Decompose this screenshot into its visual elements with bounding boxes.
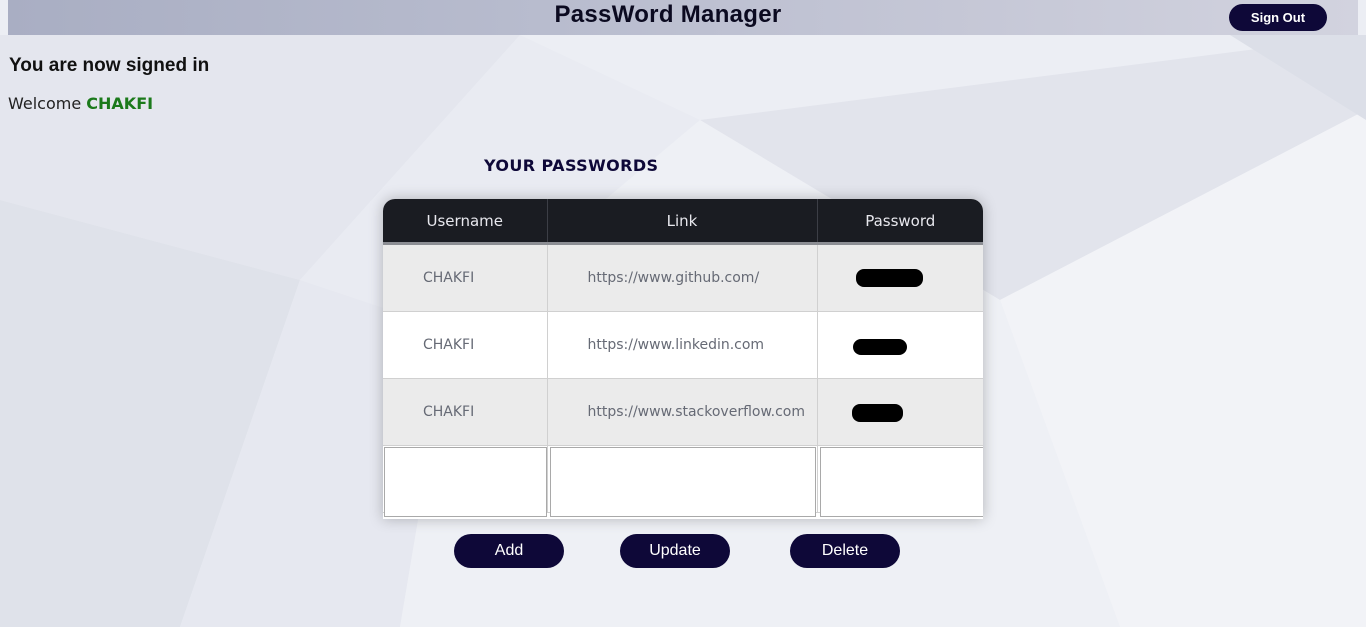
cell-link: https://www.github.com/ <box>547 243 818 312</box>
add-button[interactable]: Add <box>454 534 564 568</box>
welcome-prefix: Welcome <box>8 94 82 113</box>
cell-username: CHAKFI <box>383 311 548 379</box>
page-root: PassWord Manager Sign Out You are now si… <box>0 0 1366 627</box>
table-row[interactable]: CHAKFI https://www.github.com/ <box>383 243 983 312</box>
column-header-link[interactable]: Link <box>547 199 818 245</box>
update-button[interactable]: Update <box>620 534 730 568</box>
app-title: PassWord Manager <box>554 1 782 28</box>
delete-button[interactable]: Delete <box>790 534 900 568</box>
table-row[interactable]: CHAKFI https://www.linkedin.com <box>383 311 983 379</box>
cell-link: https://www.linkedin.com <box>547 311 818 379</box>
passwords-section-title: YOUR PASSWORDS <box>484 156 659 175</box>
passwords-table-card: Username Link Password CHAKFI https://ww… <box>383 199 983 519</box>
column-header-username[interactable]: Username <box>383 199 548 245</box>
password-redaction-mark <box>855 269 923 287</box>
link-input-cell <box>547 445 818 517</box>
password-redaction-mark <box>852 339 907 355</box>
cell-username: CHAKFI <box>383 378 548 446</box>
username-input[interactable] <box>384 447 547 517</box>
password-redaction-mark <box>851 404 903 422</box>
welcome-line: Welcome CHAKFI <box>8 94 153 113</box>
username-input-cell <box>383 445 548 517</box>
table-header-row: Username Link Password <box>383 199 983 245</box>
passwords-table: Username Link Password CHAKFI https://ww… <box>383 199 983 517</box>
cell-password <box>817 243 983 312</box>
link-input[interactable] <box>549 447 816 517</box>
column-header-password[interactable]: Password <box>817 199 983 245</box>
signed-in-message: You are now signed in <box>9 55 210 76</box>
cell-link: https://www.stackoverflow.com <box>547 378 818 446</box>
sign-out-button[interactable]: Sign Out <box>1229 4 1327 31</box>
cell-password <box>817 378 983 446</box>
new-entry-row <box>383 445 983 517</box>
password-input-cell <box>817 445 983 517</box>
table-row[interactable]: CHAKFI https://www.stackoverflow.com <box>383 378 983 446</box>
app-header: PassWord Manager Sign Out <box>8 0 1358 35</box>
password-input[interactable] <box>819 447 983 517</box>
cell-password <box>817 311 983 379</box>
welcome-username: CHAKFI <box>86 94 154 113</box>
cell-username: CHAKFI <box>383 243 548 312</box>
